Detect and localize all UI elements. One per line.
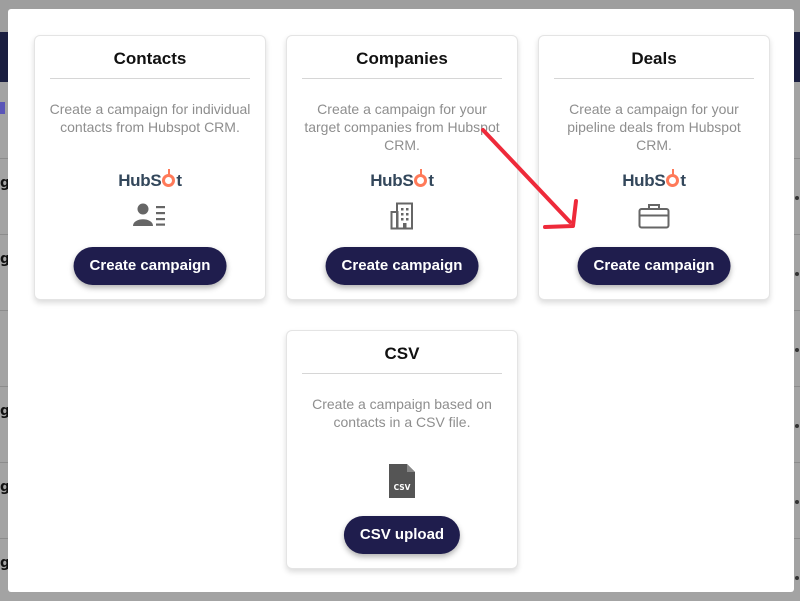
annotation-arrow [481,128,578,229]
